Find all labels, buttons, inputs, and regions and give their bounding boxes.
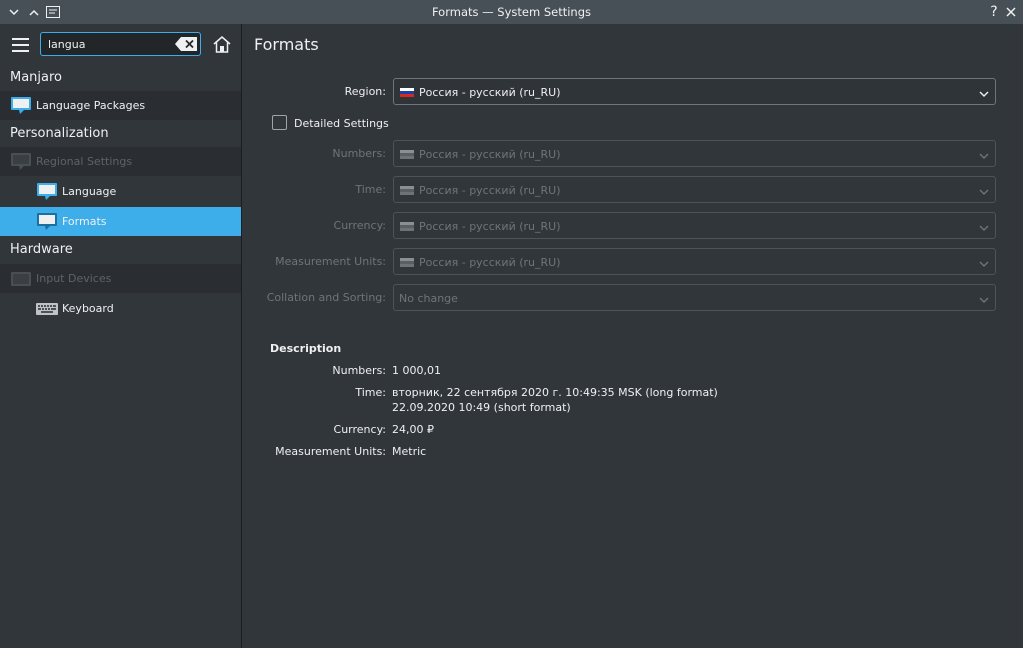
measurement-units-label: Measurement Units:	[275, 255, 386, 268]
window-title: Formats — System Settings	[431, 5, 592, 19]
clear-search-icon[interactable]	[175, 37, 197, 54]
formats-page: Formats Region: Россия - русский (ru_RU)…	[242, 24, 1023, 648]
region-combobox[interactable]: Россия - русский (ru_RU)	[393, 78, 996, 105]
help-button[interactable]: ?	[985, 0, 1003, 24]
close-icon[interactable]	[1002, 0, 1020, 24]
collation-sorting-label: Collation and Sorting:	[266, 291, 386, 304]
disabled-flag-icon	[400, 150, 414, 159]
sidebar-item-label: Regional Settings	[36, 155, 133, 168]
collation-sorting-value: No change	[399, 292, 458, 305]
page-title: Formats	[254, 35, 319, 54]
sidebar: langua Manjaro Language Packages Persona…	[0, 24, 242, 648]
description-time-short: 22.09.2020 10:49 (short format)	[392, 401, 571, 414]
currency-combobox[interactable]: Россия - русский (ru_RU)	[393, 212, 996, 239]
numbers-label: Numbers:	[332, 147, 386, 160]
sidebar-item-formats[interactable]: Formats	[0, 207, 241, 236]
disabled-flag-icon	[400, 222, 414, 231]
chevron-down-icon	[979, 150, 989, 163]
detailed-settings-checkbox[interactable]	[272, 115, 287, 130]
description-numbers-label: Numbers:	[332, 364, 386, 377]
region-value: Россия - русский (ru_RU)	[419, 86, 561, 99]
sidebar-item-label: Keyboard	[62, 302, 114, 315]
description-time-label: Time:	[355, 386, 386, 399]
disabled-flag-icon	[400, 258, 414, 267]
description-numbers-value: 1 000,01	[392, 364, 441, 377]
keyboard-icon	[36, 303, 58, 318]
category-manjaro: Manjaro	[10, 70, 63, 85]
collation-sorting-combobox[interactable]: No change	[393, 284, 996, 311]
chevron-down-icon	[979, 294, 989, 307]
sidebar-item-regional-settings[interactable]: Regional Settings	[0, 147, 241, 176]
sidebar-item-language[interactable]: Language	[0, 177, 241, 206]
sidebar-item-input-devices[interactable]: Input Devices	[0, 264, 241, 293]
input-devices-icon	[11, 272, 31, 289]
measurement-units-value: Россия - русский (ru_RU)	[419, 256, 561, 269]
measurement-units-combobox[interactable]: Россия - русский (ru_RU)	[393, 248, 996, 275]
description-currency-value: 24,00 ₽	[392, 423, 434, 436]
chevron-down-icon	[979, 258, 989, 271]
language-bubble-icon	[11, 97, 31, 117]
category-personalization: Personalization	[10, 126, 109, 141]
home-icon[interactable]	[213, 36, 231, 56]
region-label: Region:	[344, 85, 386, 98]
description-heading: Description	[270, 342, 342, 355]
category-hardware: Hardware	[10, 242, 73, 257]
sidebar-item-label: Formats	[62, 215, 107, 228]
search-input[interactable]: langua	[48, 38, 85, 51]
time-label: Time:	[355, 183, 386, 196]
sidebar-item-label: Input Devices	[36, 272, 112, 285]
disabled-flag-icon	[400, 186, 414, 195]
numbers-combobox[interactable]: Россия - русский (ru_RU)	[393, 140, 996, 167]
currency-label: Currency:	[333, 219, 386, 232]
description-units-label: Measurement Units:	[275, 445, 386, 458]
sidebar-item-language-packages[interactable]: Language Packages	[0, 91, 241, 120]
description-units-value: Metric	[392, 445, 427, 458]
currency-value: Россия - русский (ru_RU)	[419, 220, 561, 233]
sidebar-item-label: Language	[62, 185, 117, 198]
russia-flag-icon	[400, 88, 414, 97]
sidebar-toolbar: langua	[0, 24, 241, 66]
description-currency-label: Currency:	[333, 423, 386, 436]
search-field[interactable]: langua	[40, 32, 201, 56]
chevron-down-icon	[979, 222, 989, 235]
sidebar-item-label: Language Packages	[36, 99, 146, 112]
numbers-value: Россия - русский (ru_RU)	[419, 148, 561, 161]
title-bar: Formats — System Settings ?	[0, 0, 1023, 24]
sidebar-item-keyboard[interactable]: Keyboard	[0, 294, 241, 323]
formats-bubble-icon	[37, 213, 57, 233]
regional-bubble-icon	[11, 153, 31, 173]
chevron-down-icon	[979, 88, 989, 101]
chevron-down-icon	[979, 186, 989, 199]
time-combobox[interactable]: Россия - русский (ru_RU)	[393, 176, 996, 203]
description-time-long: вторник, 22 сентября 2020 г. 10:49:35 MS…	[392, 386, 718, 399]
language-bubble-icon	[37, 183, 57, 203]
hamburger-menu-icon[interactable]	[12, 38, 29, 52]
time-value: Россия - русский (ru_RU)	[419, 184, 561, 197]
detailed-settings-label[interactable]: Detailed Settings	[294, 117, 389, 130]
